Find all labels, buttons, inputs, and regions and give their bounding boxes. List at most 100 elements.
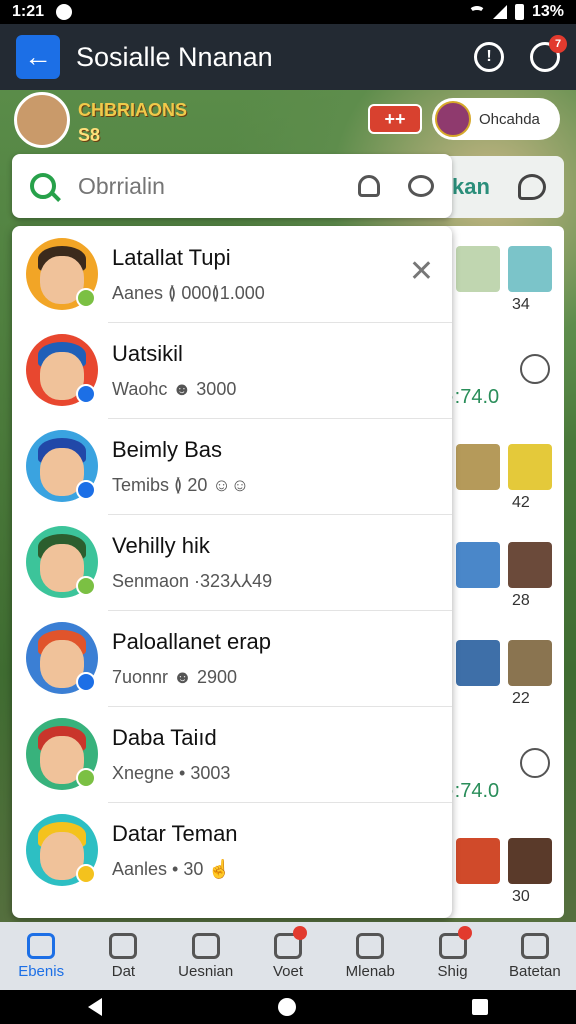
status-badge bbox=[76, 672, 96, 692]
system-recents-icon[interactable] bbox=[472, 999, 488, 1015]
side-avatar[interactable] bbox=[456, 542, 500, 588]
status-badge bbox=[76, 288, 96, 308]
user-chip-label: Ohcahda bbox=[479, 110, 540, 128]
nav-item[interactable]: Batetan bbox=[494, 922, 576, 990]
status-badge bbox=[76, 384, 96, 404]
nav-item[interactable]: Dat bbox=[82, 922, 164, 990]
side-action-icon[interactable] bbox=[520, 354, 550, 384]
side-avatar[interactable] bbox=[456, 444, 500, 490]
app-bar: ← Sosialle Nnanan ! 7 bbox=[0, 24, 576, 90]
avatar bbox=[26, 238, 98, 310]
side-avatar[interactable] bbox=[456, 246, 500, 292]
nav-item[interactable]: Shig bbox=[411, 922, 493, 990]
avatar bbox=[435, 101, 471, 137]
player-avatar[interactable] bbox=[14, 92, 70, 148]
friend-info: Paloallanet erap 7uonnr ☻ 2900 bbox=[112, 629, 271, 688]
search-input[interactable] bbox=[78, 172, 338, 200]
nav-item[interactable]: Voet bbox=[247, 922, 329, 990]
chat-icon[interactable] bbox=[518, 174, 546, 200]
status-right: 13% bbox=[468, 3, 564, 21]
friend-list: ✕ Latallat Tupi Aanes ≬ 000≬1.000 Uatsikil… bbox=[12, 226, 452, 918]
system-home-icon[interactable] bbox=[278, 998, 296, 1016]
friend-name: Uatsikil bbox=[112, 340, 183, 366]
user-chip[interactable]: Ohcahda bbox=[432, 98, 560, 140]
friend-row[interactable]: Latallat Tupi Aanes ≬ 000≬1.000 bbox=[12, 226, 452, 322]
nav-label: Dat bbox=[111, 962, 136, 980]
side-avatar[interactable] bbox=[508, 838, 552, 884]
nav-item[interactable]: Mlenab bbox=[329, 922, 411, 990]
friend-meta: Aanes ≬ 000≬1.000 bbox=[112, 282, 265, 303]
friend-row[interactable]: Paloallanet erap 7uonnr ☻ 2900 bbox=[12, 610, 452, 706]
side-avatar[interactable] bbox=[456, 640, 500, 686]
nav-label: Batetan bbox=[508, 962, 561, 980]
friend-name: Datar Teman bbox=[112, 820, 238, 846]
status-badge bbox=[76, 864, 96, 884]
game-label: CHBRIAONS bbox=[78, 100, 188, 120]
nav-icon bbox=[191, 932, 220, 959]
side-avatar[interactable] bbox=[508, 542, 552, 588]
settings-icon[interactable]: 7 bbox=[530, 35, 567, 72]
search-icon[interactable] bbox=[30, 173, 56, 199]
friend-meta: Xnegne • 3003 bbox=[112, 762, 231, 783]
back-button[interactable]: ← bbox=[16, 35, 60, 79]
signal-icon bbox=[492, 5, 507, 19]
nav-label: Ebenis bbox=[18, 962, 65, 980]
nav-item[interactable]: Uesnian bbox=[165, 922, 247, 990]
system-nav bbox=[0, 990, 576, 1024]
status-badge bbox=[76, 768, 96, 788]
side-avatar[interactable] bbox=[508, 640, 552, 686]
battery-percent: 13% bbox=[531, 3, 564, 20]
side-count: 42 bbox=[512, 494, 530, 511]
friend-meta: Waohc ☻ 3000 bbox=[112, 378, 237, 399]
friend-meta: Aanles • 30 ☝ bbox=[112, 858, 231, 879]
nav-label: Shig bbox=[437, 962, 468, 980]
friend-name: Beimly Bas bbox=[112, 436, 223, 462]
avatar bbox=[26, 718, 98, 790]
friend-info: Vehilly hik Senmaon ·323⅄⅄49 bbox=[112, 533, 272, 592]
page-title: Sosialle Nnanan bbox=[76, 41, 273, 72]
kan-label: kan bbox=[452, 174, 490, 199]
friend-row[interactable]: Uatsikil Waohc ☻ 3000 bbox=[12, 322, 452, 418]
game-score: S8 bbox=[78, 125, 101, 145]
search-bar bbox=[12, 154, 452, 218]
friend-name: Vehilly hik bbox=[112, 532, 210, 558]
side-avatar[interactable] bbox=[508, 246, 552, 292]
notification-badge: 7 bbox=[549, 35, 567, 53]
friend-info: Datar Teman Aanles • 30 ☝ bbox=[112, 821, 238, 880]
nav-label: Voet bbox=[272, 962, 303, 980]
avatar bbox=[26, 430, 98, 502]
friend-meta: 7uonnr ☻ 2900 bbox=[112, 666, 238, 687]
game-badge-button[interactable]: ++ bbox=[368, 104, 422, 134]
side-time: ·:74.0 bbox=[448, 386, 500, 408]
add-user-icon[interactable] bbox=[408, 175, 434, 197]
friend-info: Uatsikil Waohc ☻ 3000 bbox=[112, 341, 236, 400]
nav-badge bbox=[293, 926, 308, 940]
friend-info: Beimly Bas Temibs ≬ 20 ☺☺ bbox=[112, 437, 249, 496]
status-time: 1:21 bbox=[12, 3, 45, 20]
avatar bbox=[26, 622, 98, 694]
side-time: ·:74.0 bbox=[448, 780, 500, 802]
nav-icon bbox=[520, 932, 549, 959]
friend-meta: Temibs ≬ 20 ☺☺ bbox=[112, 474, 250, 495]
side-avatar[interactable] bbox=[508, 444, 552, 490]
nav-icon bbox=[109, 932, 138, 959]
avatar bbox=[26, 334, 98, 406]
bell-icon[interactable] bbox=[358, 175, 380, 197]
side-panel: 34 42 28 22 30 ·:74.0 ·:74.0 bbox=[440, 226, 564, 918]
side-avatar[interactable] bbox=[456, 838, 500, 884]
system-back-icon[interactable] bbox=[88, 998, 102, 1016]
nav-item[interactable]: Ebenis bbox=[0, 922, 82, 990]
battery-icon bbox=[514, 4, 524, 20]
friend-row[interactable]: Daba Taiıd Xnegne • 3003 bbox=[12, 706, 452, 802]
avatar bbox=[26, 526, 98, 598]
side-count: 34 bbox=[512, 296, 530, 313]
side-action-icon[interactable] bbox=[520, 748, 550, 778]
friend-row[interactable]: Vehilly hik Senmaon ·323⅄⅄49 bbox=[12, 514, 452, 610]
nav-icon bbox=[356, 932, 385, 959]
friend-row[interactable]: Beimly Bas Temibs ≬ 20 ☺☺ bbox=[12, 418, 452, 514]
status-bar: 1:21 13% bbox=[0, 0, 576, 24]
avatar bbox=[26, 814, 98, 886]
alert-icon[interactable]: ! bbox=[474, 42, 504, 72]
app-notification-icon bbox=[56, 4, 73, 20]
friend-row[interactable]: Datar Teman Aanles • 30 ☝ bbox=[12, 802, 452, 898]
